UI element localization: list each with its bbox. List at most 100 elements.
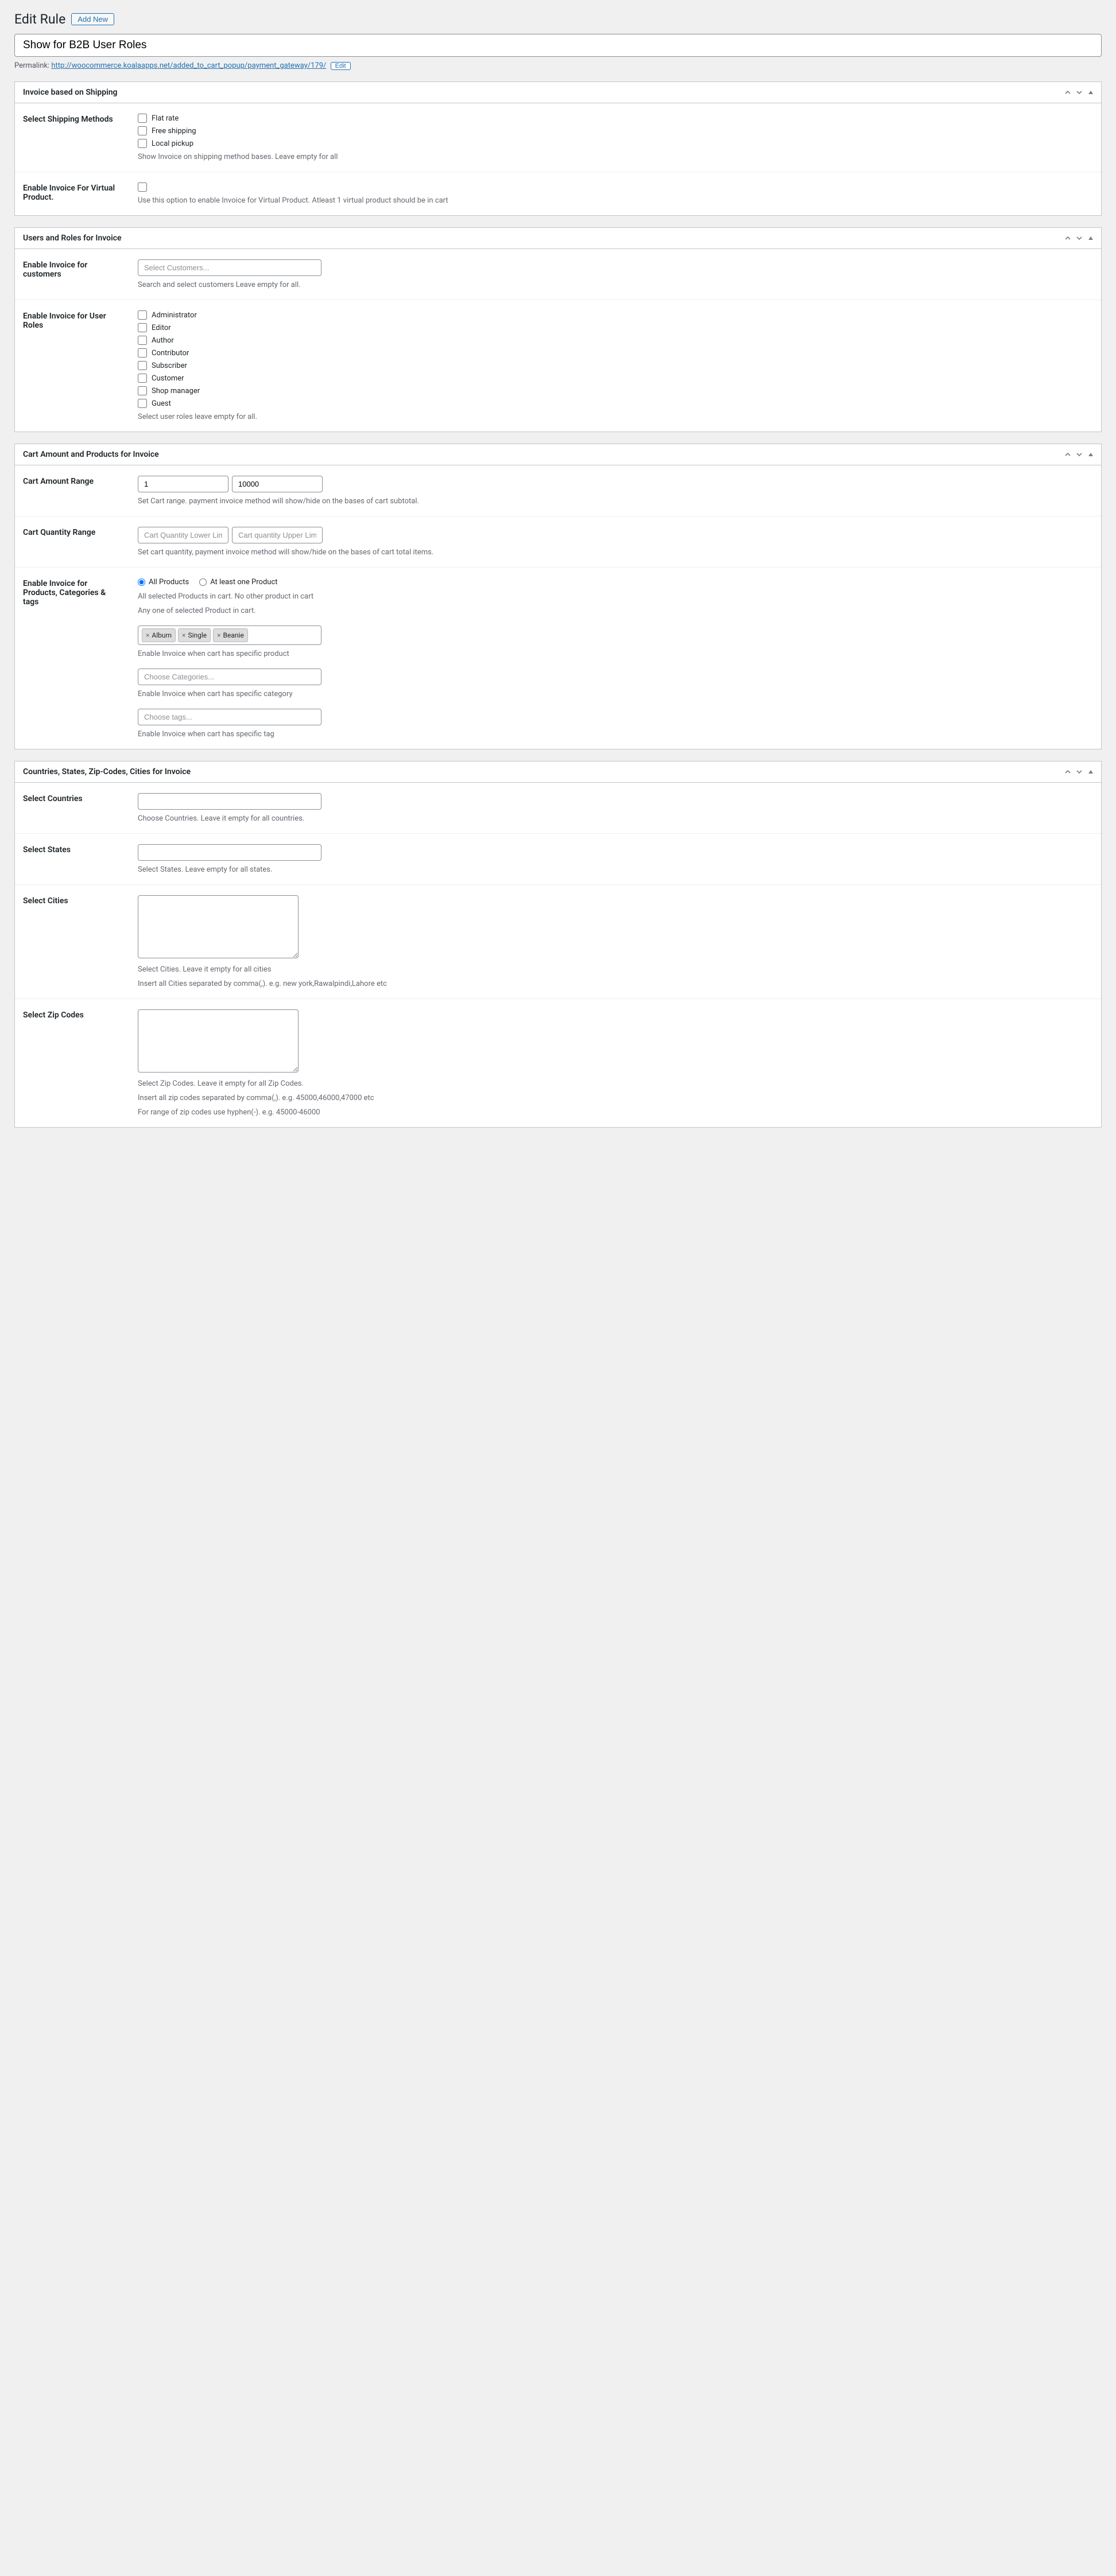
chevron-down-icon[interactable] [1075, 767, 1084, 776]
cities-textarea[interactable] [138, 895, 299, 958]
virtual-label: Enable Invoice For Virtual Product. [15, 172, 130, 216]
chevron-down-icon[interactable] [1075, 450, 1084, 459]
products-desc: Enable Invoice when cart has specific pr… [138, 650, 1093, 658]
all-products-radio[interactable] [138, 578, 145, 586]
role-editor-label: Editor [152, 324, 171, 332]
local-pickup-label: Local pickup [152, 139, 193, 148]
role-admin-checkbox[interactable] [138, 310, 147, 320]
role-contributor-checkbox[interactable] [138, 348, 147, 358]
role-subscriber-label: Subscriber [152, 362, 187, 370]
triangle-up-icon[interactable] [1086, 234, 1095, 243]
virtual-checkbox[interactable] [138, 182, 147, 192]
flat-rate-checkbox[interactable] [138, 114, 147, 123]
cart-amount-low-input[interactable] [138, 476, 228, 492]
one-product-radio[interactable] [199, 578, 207, 586]
postbox-users-title: Users and Roles for Invoice [15, 228, 130, 248]
categories-desc: Enable Invoice when cart has specific ca… [138, 690, 1093, 698]
one-product-label: At least one Product [210, 578, 277, 586]
all-products-label: All Products [149, 578, 189, 586]
products-select[interactable]: ×Album ×Single ×Beanie [138, 625, 321, 645]
role-guest-label: Guest [152, 399, 171, 408]
role-subscriber-checkbox[interactable] [138, 361, 147, 370]
countries-label: Select Countries [15, 783, 130, 834]
tag-album: ×Album [142, 628, 176, 642]
role-customer-label: Customer [152, 374, 184, 383]
postbox-locations-title: Countries, States, Zip-Codes, Cities for… [15, 761, 199, 782]
cart-qty-low-input[interactable] [138, 527, 228, 543]
states-select[interactable] [138, 844, 321, 861]
countries-select[interactable] [138, 793, 321, 810]
cart-amount-label: Cart Amount Range [15, 465, 130, 516]
postbox-users-roles: Users and Roles for Invoice Enable Invoi… [14, 227, 1102, 432]
role-guest-checkbox[interactable] [138, 399, 147, 408]
products-label: Enable Invoice for Products, Categories … [15, 568, 130, 749]
chevron-down-icon[interactable] [1075, 234, 1084, 243]
page-title: Edit Rule [14, 11, 65, 27]
postbox-cart-title: Cart Amount and Products for Invoice [15, 444, 167, 465]
role-editor-checkbox[interactable] [138, 323, 147, 332]
zips-desc1: Select Zip Codes. Leave it empty for all… [138, 1079, 1093, 1088]
role-customer-checkbox[interactable] [138, 374, 147, 383]
role-author-checkbox[interactable] [138, 336, 147, 345]
states-label: Select States [15, 834, 130, 885]
permalink-url[interactable]: http://woocommerce.koalaapps.net/added_t… [51, 61, 326, 70]
cart-qty-high-input[interactable] [232, 527, 323, 543]
shipping-desc: Show Invoice on shipping method bases. L… [138, 153, 1093, 161]
chevron-up-icon[interactable] [1063, 450, 1072, 459]
states-desc: Select States. Leave empty for all state… [138, 865, 1093, 874]
permalink: Permalink: http://woocommerce.koalaapps.… [14, 61, 1102, 70]
rule-title-input[interactable] [14, 34, 1102, 57]
virtual-desc: Use this option to enable Invoice for Vi… [138, 196, 1093, 205]
role-author-label: Author [152, 336, 174, 345]
role-shopmanager-label: Shop manager [152, 387, 200, 395]
add-new-button[interactable]: Add New [71, 13, 114, 25]
tag-single: ×Single [178, 628, 211, 642]
free-shipping-label: Free shipping [152, 127, 196, 135]
triangle-up-icon[interactable] [1086, 450, 1095, 459]
free-shipping-checkbox[interactable] [138, 126, 147, 135]
radio-desc2: Any one of selected Product in cart. [138, 607, 1093, 615]
cart-amount-high-input[interactable] [232, 476, 323, 492]
shipping-methods-label: Select Shipping Methods [15, 103, 130, 172]
role-contributor-label: Contributor [152, 349, 189, 358]
chevron-up-icon[interactable] [1063, 234, 1072, 243]
chevron-up-icon[interactable] [1063, 767, 1072, 776]
radio-desc1: All selected Products in cart. No other … [138, 592, 1093, 601]
remove-tag-icon[interactable]: × [182, 631, 185, 639]
tags-select[interactable] [138, 709, 321, 725]
cart-qty-label: Cart Quantity Range [15, 516, 130, 568]
zips-label: Select Zip Codes [15, 999, 130, 1128]
chevron-up-icon[interactable] [1063, 88, 1072, 97]
edit-permalink-button[interactable]: Edit [331, 62, 351, 70]
triangle-up-icon[interactable] [1086, 767, 1095, 776]
customers-label: Enable Invoice for customers [15, 249, 130, 300]
tags-desc: Enable Invoice when cart has specific ta… [138, 730, 1093, 739]
cities-desc1: Select Cities. Leave it empty for all ci… [138, 965, 1093, 974]
role-admin-label: Administrator [152, 311, 197, 320]
cart-amount-desc: Set Cart range. payment invoice method w… [138, 497, 1093, 506]
remove-tag-icon[interactable]: × [217, 631, 220, 639]
customers-select[interactable] [138, 259, 321, 276]
zips-textarea[interactable] [138, 1009, 299, 1073]
cart-qty-desc: Set cart quantity, payment invoice metho… [138, 548, 1093, 557]
postbox-shipping-title: Invoice based on Shipping [15, 82, 126, 103]
customers-desc: Search and select customers Leave empty … [138, 281, 1093, 289]
postbox-shipping: Invoice based on Shipping Select Shippin… [14, 81, 1102, 216]
role-shopmanager-checkbox[interactable] [138, 386, 147, 395]
roles-label: Enable Invoice for User Roles [15, 300, 130, 432]
zips-desc2: Insert all zip codes separated by comma(… [138, 1094, 1093, 1102]
chevron-down-icon[interactable] [1075, 88, 1084, 97]
flat-rate-label: Flat rate [152, 114, 179, 123]
tag-beanie: ×Beanie [213, 628, 248, 642]
roles-desc: Select user roles leave empty for all. [138, 413, 1093, 421]
cities-desc2: Insert all Cities separated by comma(,).… [138, 980, 1093, 988]
remove-tag-icon[interactable]: × [146, 631, 149, 639]
countries-desc: Choose Countries. Leave it empty for all… [138, 814, 1093, 823]
zips-desc3: For range of zip codes use hyphen(-). e.… [138, 1108, 1093, 1117]
local-pickup-checkbox[interactable] [138, 139, 147, 148]
postbox-cart-products: Cart Amount and Products for Invoice Car… [14, 444, 1102, 749]
cities-label: Select Cities [15, 885, 130, 999]
postbox-locations: Countries, States, Zip-Codes, Cities for… [14, 761, 1102, 1128]
categories-select[interactable] [138, 669, 321, 685]
triangle-up-icon[interactable] [1086, 88, 1095, 97]
